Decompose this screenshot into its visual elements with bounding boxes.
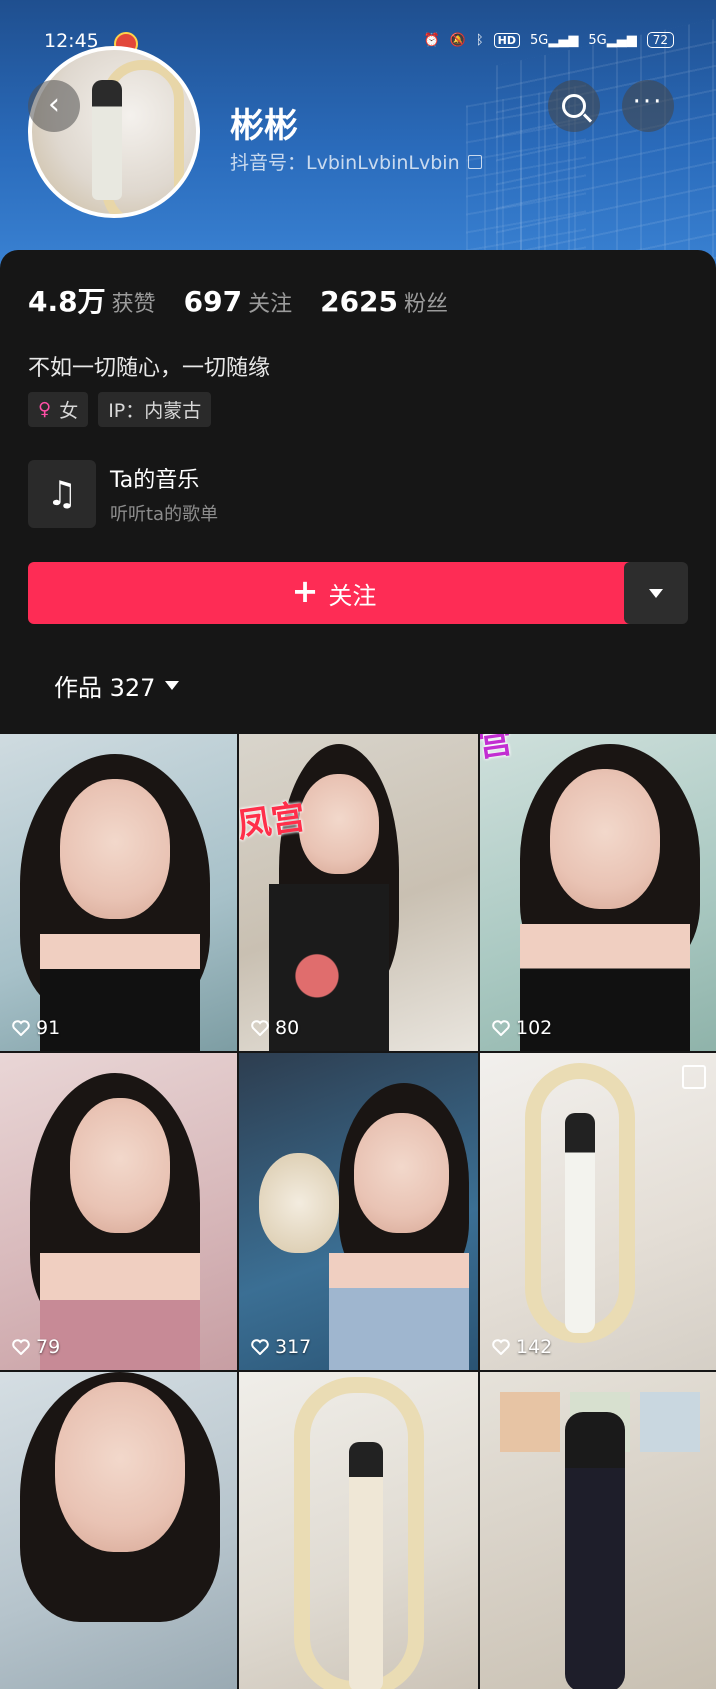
like-count: 142 [492, 1336, 552, 1358]
stat-likes[interactable]: 4.8万 获赞 [28, 280, 156, 320]
video-thumbnail[interactable] [0, 1372, 237, 1689]
video-thumbnail[interactable]: 楼凤宫 102 [480, 734, 716, 1051]
heart-icon [251, 1020, 269, 1036]
triangle-down-icon [649, 588, 663, 598]
like-count: 102 [492, 1017, 552, 1039]
video-thumbnail[interactable]: 317 [239, 1053, 478, 1370]
music-entry[interactable]: ♫ Ta的音乐 听听ta的歌单 [28, 460, 218, 528]
video-thumbnail[interactable] [239, 1372, 478, 1689]
stat-followers[interactable]: 2625 粉丝 [320, 285, 448, 318]
music-subtitle: 听听ta的歌单 [110, 504, 219, 525]
video-thumbnail[interactable]: 91 [0, 734, 237, 1051]
watermark-text: 楼凤宫 [480, 734, 515, 775]
follow-label: 关注 [328, 581, 377, 610]
alarm-icon: ⏰ [423, 32, 440, 48]
profile-tags: ♀ 女 IP：内蒙古 [28, 392, 212, 427]
search-button[interactable] [548, 80, 600, 132]
music-title: Ta的音乐 [110, 468, 200, 493]
person-figure [92, 80, 122, 200]
status-icons: ⏰ 🔕 ᛒ HD 5G▂▄▆ 5G▂▄▆ 72 [423, 32, 674, 48]
heart-icon [12, 1339, 30, 1355]
video-thumbnail[interactable]: 楼凤宫 80 [239, 734, 478, 1051]
female-icon: ♀ [38, 399, 52, 420]
signal-icon: 5G▂▄▆ [588, 32, 637, 48]
douyin-id[interactable]: 抖音号：LvbinLvbinLvbin [230, 148, 482, 175]
signal-icon: 5G▂▄▆ [530, 32, 579, 48]
stat-following[interactable]: 697 关注 [184, 285, 292, 318]
triangle-down-icon [165, 681, 180, 690]
multi-image-icon [682, 1065, 706, 1089]
back-button[interactable]: ‹ [28, 80, 80, 132]
plus-icon: + [291, 572, 319, 610]
profile-name: 彬彬 [230, 106, 298, 146]
more-button[interactable]: ··· [622, 80, 674, 132]
profile-stats: 4.8万 获赞 697 关注 2625 粉丝 [28, 280, 448, 320]
video-grid: 91 楼凤宫 80 楼凤宫 102 79 317 142 [0, 734, 716, 1689]
heart-icon [492, 1339, 510, 1355]
battery-icon: 72 [646, 32, 674, 48]
mute-icon: 🔕 [449, 32, 466, 48]
bluetooth-icon: ᛒ [475, 32, 484, 48]
more-icon: ··· [632, 87, 664, 117]
like-count: 80 [251, 1017, 299, 1039]
gender-tag: ♀ 女 [28, 392, 89, 427]
heart-icon [251, 1339, 269, 1355]
like-count: 317 [251, 1336, 311, 1358]
chevron-left-icon: ‹ [48, 87, 60, 122]
music-note-icon: ♫ [28, 460, 96, 528]
ip-tag: IP：内蒙古 [98, 392, 212, 427]
works-tab[interactable]: 作品 327 [54, 668, 180, 703]
follow-button[interactable]: + 关注 [28, 562, 640, 624]
copy-icon[interactable] [467, 154, 482, 169]
works-label: 作品 327 [54, 674, 156, 702]
video-thumbnail[interactable]: 142 [480, 1053, 716, 1370]
hd-icon: HD [493, 32, 520, 48]
avatar[interactable] [28, 46, 200, 218]
video-thumbnail[interactable]: 79 [0, 1053, 237, 1370]
profile-bio: 不如一切随心，一切随缘 [28, 356, 271, 381]
search-icon [562, 94, 586, 118]
heart-icon [12, 1020, 30, 1036]
video-thumbnail[interactable] [480, 1372, 716, 1689]
recommend-dropdown-button[interactable] [624, 562, 688, 624]
like-count: 91 [12, 1017, 60, 1039]
douyin-id-text: 抖音号：LvbinLvbinLvbin [230, 152, 460, 174]
heart-icon [492, 1020, 510, 1036]
like-count: 79 [12, 1336, 60, 1358]
